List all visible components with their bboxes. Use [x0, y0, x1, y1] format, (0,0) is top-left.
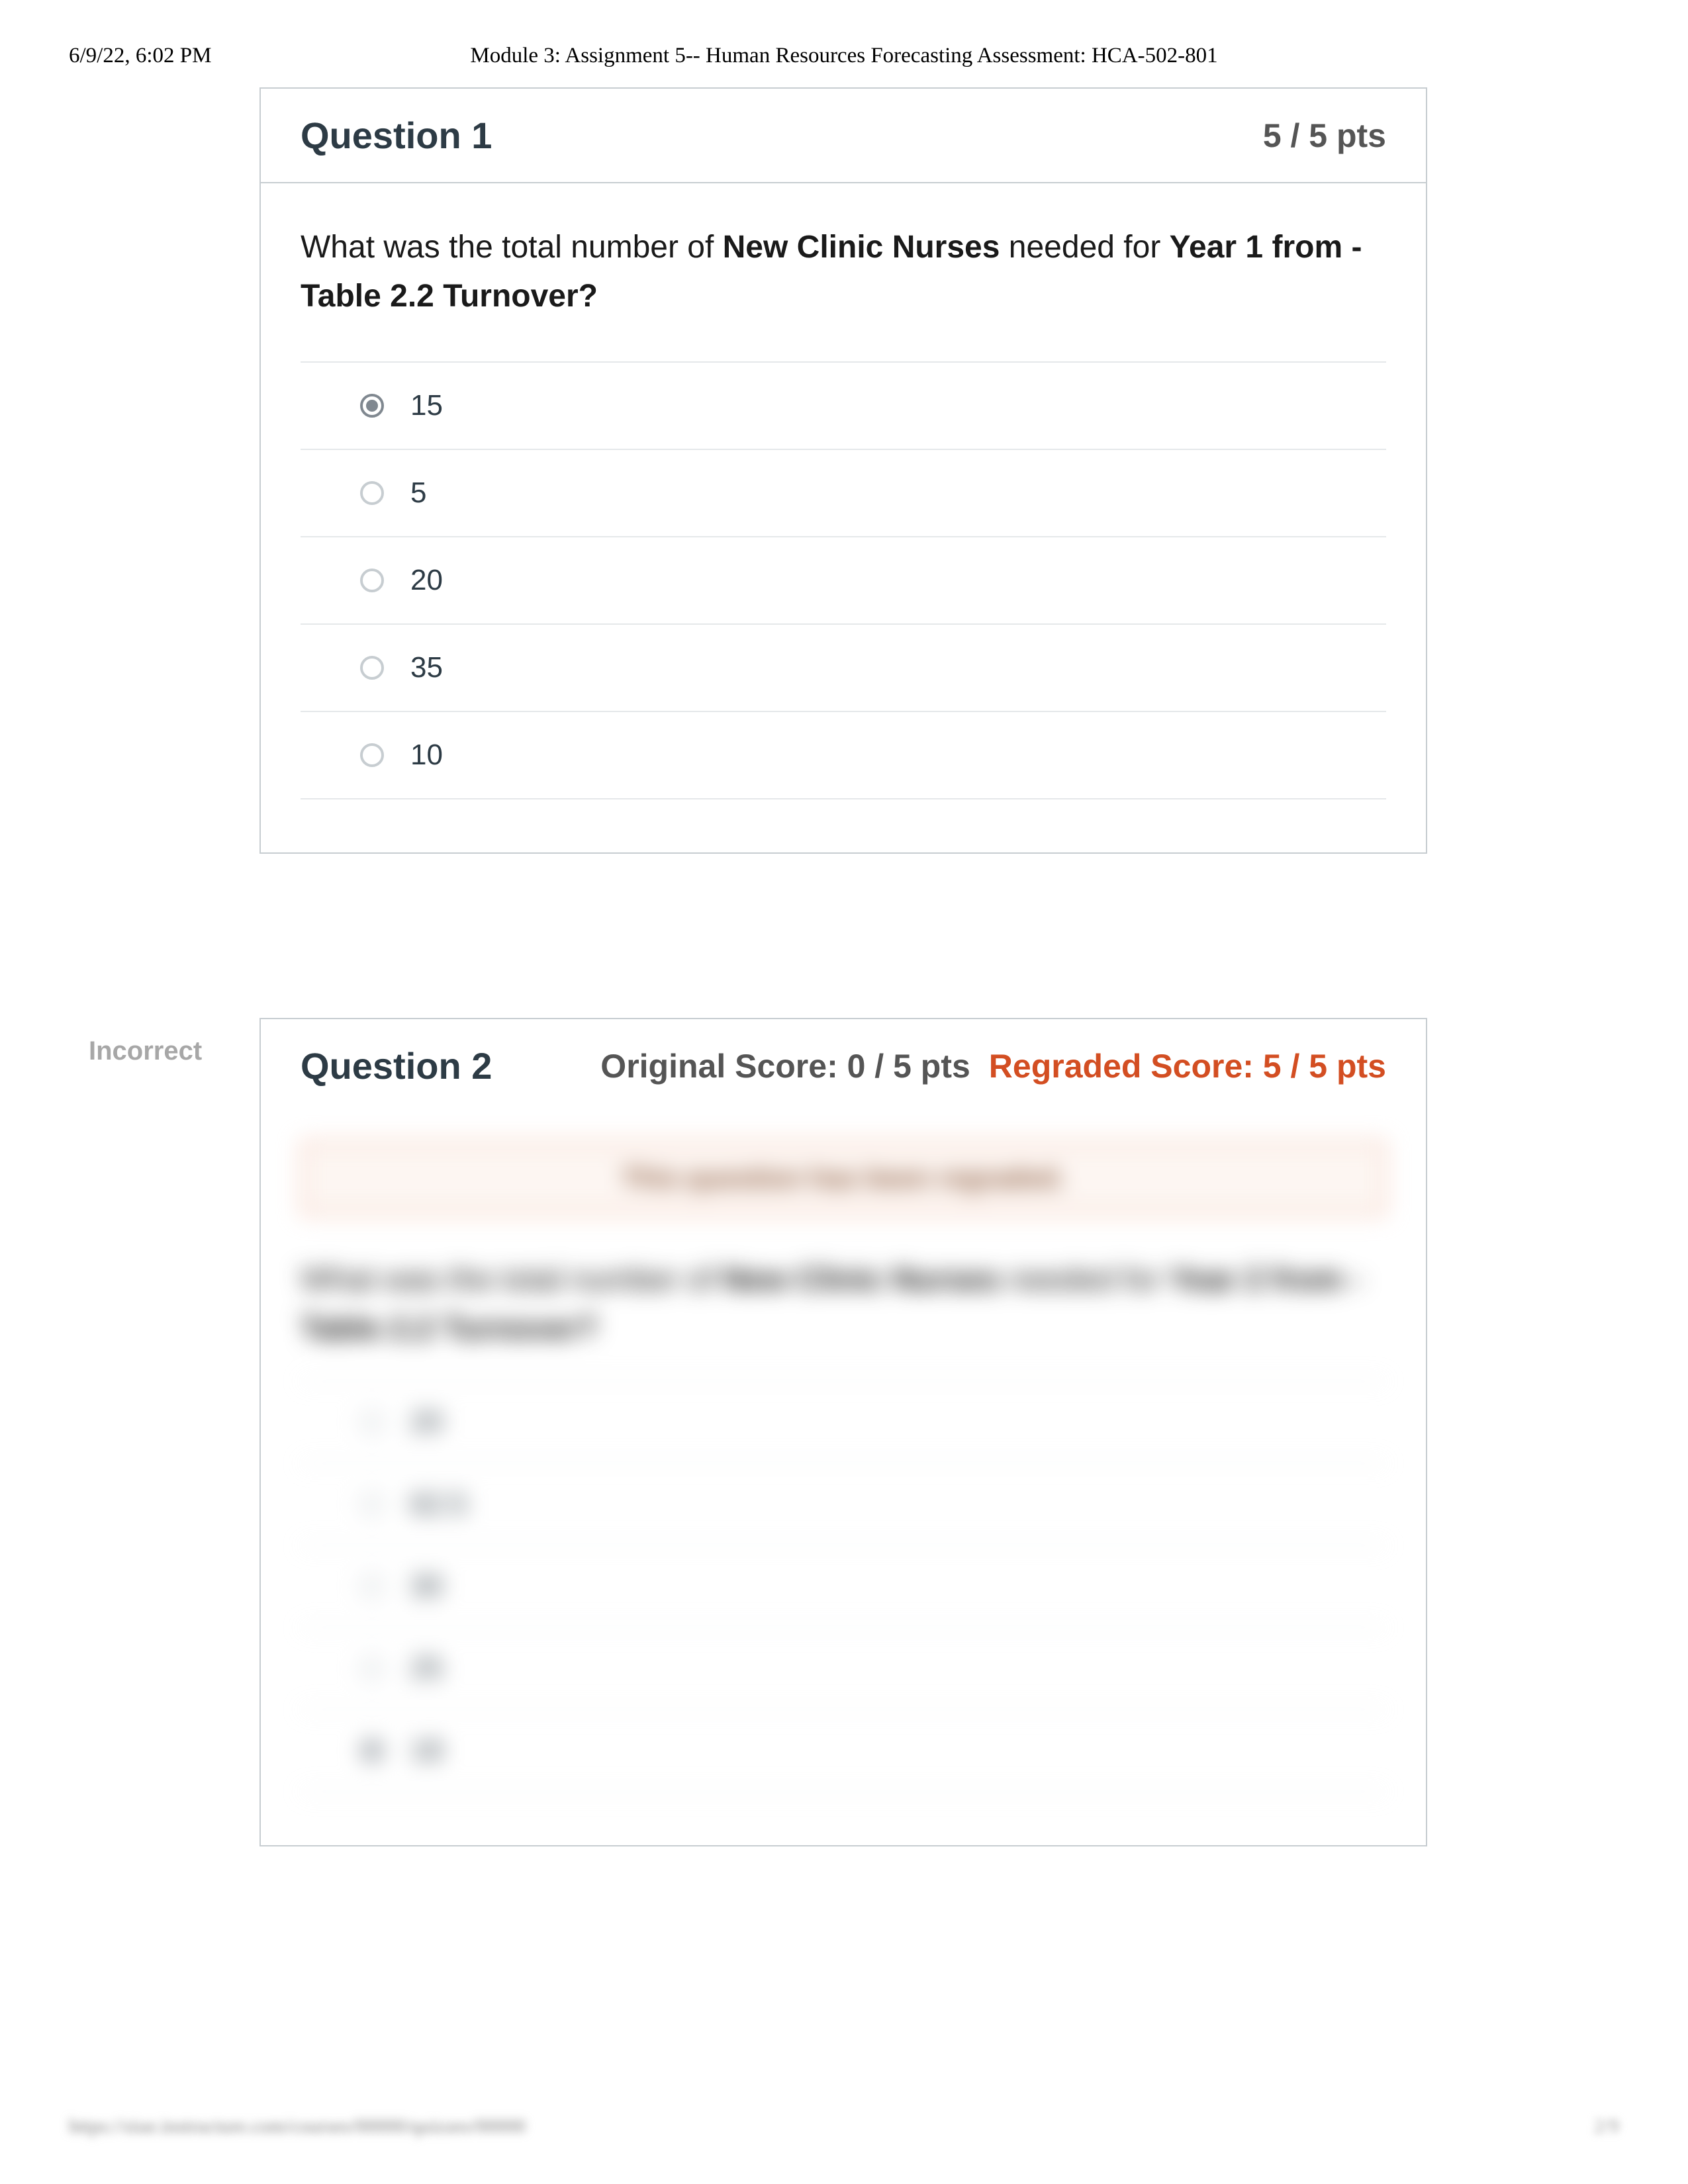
answer-text: 18: [410, 1734, 443, 1767]
answer-option[interactable]: 30: [301, 1545, 1386, 1627]
answer-option[interactable]: 25: [301, 1627, 1386, 1709]
radio-icon: [360, 569, 384, 592]
stem-text: needed for: [1000, 1262, 1169, 1297]
radio-icon: [360, 656, 384, 680]
answer-text: 30: [410, 1570, 443, 1603]
radio-icon: [360, 481, 384, 505]
answer-option[interactable]: 62.5: [301, 1463, 1386, 1545]
stem-text: What was the total number of: [301, 1262, 723, 1297]
points-text: 5 / 5 pts: [1263, 116, 1386, 155]
regraded-score: Regraded Score: 5 / 5 pts: [989, 1047, 1386, 1085]
question-title: Question 1: [301, 114, 492, 157]
radio-icon: [360, 1574, 384, 1598]
blurred-content: This question has been regraded. What wa…: [261, 1140, 1426, 1845]
footer-url: https://siue.instructure.com/courses/000…: [69, 2115, 526, 2138]
radio-icon: [360, 394, 384, 418]
print-title: Module 3: Assignment 5-- Human Resources…: [0, 44, 1688, 68]
answer-option[interactable]: 20: [301, 536, 1386, 623]
question-title: Question 2: [301, 1044, 492, 1087]
original-score: Original Score: 0 / 5 pts: [600, 1047, 970, 1085]
answer-option[interactable]: 18: [301, 1709, 1386, 1792]
radio-icon: [360, 1739, 384, 1762]
question-points: Original Score: 0 / 5 pts Regraded Score…: [600, 1047, 1386, 1085]
stem-bold: New Clinic Nurses: [723, 230, 1000, 265]
question-card-1: Question 1 5 / 5 pts What was the total …: [259, 87, 1427, 854]
question-card-2: Question 2 Original Score: 0 / 5 pts Reg…: [259, 1018, 1427, 1846]
question-stem: What was the total number of New Clinic …: [301, 1255, 1386, 1381]
radio-icon: [360, 1410, 384, 1434]
answer-text: 35: [410, 651, 443, 684]
answer-option[interactable]: 35: [301, 623, 1386, 711]
page: 6/9/22, 6:02 PM Module 3: Assignment 5--…: [0, 0, 1688, 2184]
regraded-banner: This question has been regraded.: [301, 1140, 1386, 1216]
answer-list: 15 5 20 35 10: [301, 361, 1386, 799]
answer-option[interactable]: 10: [301, 711, 1386, 799]
stem-bold: New Clinic Nurses: [723, 1262, 1000, 1297]
answer-text: 25: [410, 1652, 443, 1685]
incorrect-label: Incorrect: [89, 1036, 202, 1066]
radio-icon: [360, 743, 384, 767]
answer-text: 62.5: [410, 1488, 467, 1521]
answer-option[interactable]: 5: [301, 449, 1386, 536]
answer-text: 10: [410, 739, 443, 772]
answer-option[interactable]: 15: [301, 361, 1386, 449]
answer-text: 15: [410, 389, 443, 422]
question-header: Question 1 5 / 5 pts: [261, 89, 1426, 183]
question-stem: What was the total number of New Clinic …: [301, 223, 1386, 361]
question-points: 5 / 5 pts: [1263, 116, 1386, 155]
answer-option[interactable]: 20: [301, 1381, 1386, 1463]
footer-page-number: 2/9: [1594, 2115, 1619, 2138]
radio-icon: [360, 1492, 384, 1516]
stem-text: What was the total number of: [301, 230, 723, 265]
answer-text: 20: [410, 564, 443, 597]
question-body: What was the total number of New Clinic …: [261, 183, 1426, 852]
radio-icon: [360, 1657, 384, 1680]
answer-list: 20 62.5 30 25 18: [301, 1381, 1386, 1792]
answer-text: 5: [410, 477, 426, 510]
question-header: Question 2 Original Score: 0 / 5 pts Reg…: [261, 1019, 1426, 1101]
answer-text: 20: [410, 1406, 443, 1439]
stem-text: needed for: [1000, 230, 1169, 265]
